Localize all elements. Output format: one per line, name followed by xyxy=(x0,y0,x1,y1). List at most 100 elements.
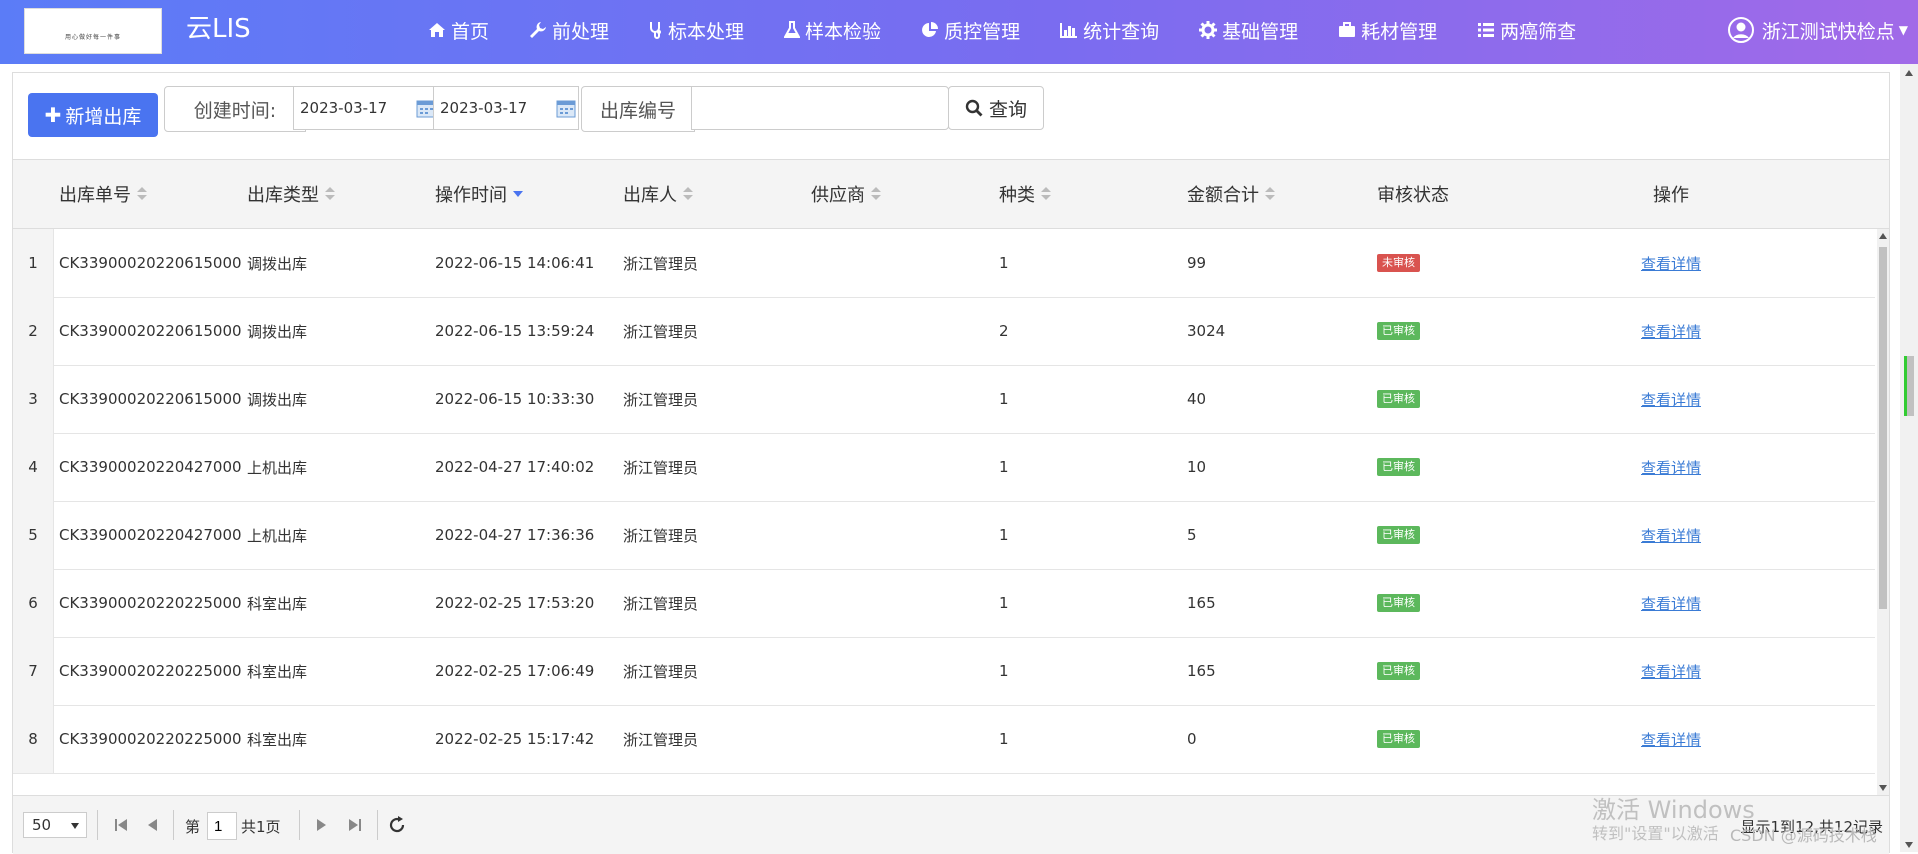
user-name: 浙江测试快检点 xyxy=(1761,20,1895,43)
view-detail-link[interactable]: 查看详情 xyxy=(1641,389,1701,410)
view-detail-link[interactable]: 查看详情 xyxy=(1641,253,1701,274)
cell-order-no: CK33900020220225000 xyxy=(59,594,242,612)
cell-type: 科室出库 xyxy=(247,594,308,613)
cell-order-no: CK33900020220615000 xyxy=(59,390,242,408)
scroll-down-arrow-icon[interactable] xyxy=(1905,842,1913,848)
date-to-value: 2023-03-17 xyxy=(440,99,528,117)
cell-action: 查看详情 xyxy=(1641,705,1701,773)
cell-amount: 10 xyxy=(1187,458,1207,476)
nav-item-specimen[interactable]: 标本处理 xyxy=(629,0,764,60)
view-detail-link[interactable]: 查看详情 xyxy=(1641,661,1701,682)
cell-time: 2022-02-25 17:06:49 xyxy=(435,662,595,680)
user-menu[interactable]: 浙江测试快检点 ▼ xyxy=(1727,0,1908,60)
dropdown-arrow-icon xyxy=(71,823,79,829)
cell-action: 查看详情 xyxy=(1641,229,1701,297)
view-detail-link[interactable]: 查看详情 xyxy=(1641,729,1701,750)
add-outbound-button[interactable]: ✚ 新增出库 xyxy=(28,93,158,137)
view-detail-link[interactable]: 查看详情 xyxy=(1641,593,1701,614)
nav-item-label: 前处理 xyxy=(552,20,610,43)
table-row[interactable]: 5 CK33900020220427000 上机出库 2022-04-27 17:36… xyxy=(13,501,1875,570)
nav-item-label: 两癌筛查 xyxy=(1500,20,1577,43)
date-to-field[interactable]: 2023-03-17 xyxy=(433,86,579,130)
column-header-label: 供应商 xyxy=(811,185,865,206)
created-time-label: 创建时间: xyxy=(164,86,306,132)
page-scrollbar[interactable] xyxy=(1900,64,1918,852)
status-badge: 已审核 xyxy=(1377,730,1420,748)
nav-item-consumables[interactable]: 耗材管理 xyxy=(1318,0,1457,60)
table-scrollbar[interactable] xyxy=(1877,229,1889,795)
nav-item-stats[interactable]: 统计查询 xyxy=(1040,0,1179,60)
table-row[interactable]: 2 CK33900020220615000 调拨出库 2022-06-15 13:59… xyxy=(13,297,1875,366)
scroll-up-arrow-icon[interactable] xyxy=(1905,70,1913,76)
cell-amount: 40 xyxy=(1187,390,1207,408)
sort-icon xyxy=(325,187,335,201)
nav-item-preprocess[interactable]: 前处理 xyxy=(509,0,629,60)
date-from-field[interactable]: 2023-03-17 xyxy=(293,86,439,130)
list-icon xyxy=(1478,23,1495,37)
briefcase-icon xyxy=(1339,22,1356,37)
next-page-icon[interactable] xyxy=(309,813,333,837)
view-detail-link[interactable]: 查看详情 xyxy=(1641,525,1701,546)
table-row[interactable]: 6 CK33900020220225000 科室出库 2022-02-25 17:53… xyxy=(13,569,1875,638)
page-size-select[interactable]: 50 xyxy=(23,812,87,838)
scrollbar-thumb[interactable] xyxy=(1879,247,1887,609)
nav-item-inspection[interactable]: 样本检验 xyxy=(764,0,901,60)
row-index: 7 xyxy=(13,637,54,705)
column-header-order-no[interactable]: 出库单号 xyxy=(59,160,147,228)
table-row[interactable]: 3 CK33900020220615000 调拨出库 2022-06-15 10:33… xyxy=(13,365,1875,434)
scroll-up-arrow-icon[interactable] xyxy=(1879,233,1887,239)
refresh-icon[interactable] xyxy=(385,813,409,837)
order-no-input[interactable] xyxy=(691,86,949,130)
cell-kinds: 1 xyxy=(999,526,1009,544)
cell-status: 已审核 xyxy=(1377,501,1420,569)
sort-icon xyxy=(1265,187,1275,201)
sort-icon xyxy=(1041,187,1051,201)
last-page-icon[interactable] xyxy=(343,813,367,837)
nav-item-screening[interactable]: 两癌筛查 xyxy=(1457,0,1596,60)
table-row[interactable]: 7 CK33900020220225000 科室出库 2022-02-25 17:06… xyxy=(13,637,1875,706)
table-row[interactable]: 4 CK33900020220427000 上机出库 2022-04-27 17:40… xyxy=(13,433,1875,502)
wrench-icon xyxy=(530,22,547,38)
sort-icon xyxy=(871,187,881,201)
view-detail-link[interactable]: 查看详情 xyxy=(1641,321,1701,342)
column-header-type[interactable]: 出库类型 xyxy=(247,160,335,228)
calendar-icon[interactable] xyxy=(556,98,576,118)
cell-status: 已审核 xyxy=(1377,705,1420,773)
status-badge: 已审核 xyxy=(1377,390,1420,408)
cell-action: 查看详情 xyxy=(1641,433,1701,501)
scroll-down-arrow-icon[interactable] xyxy=(1879,785,1887,791)
nav-item-label: 耗材管理 xyxy=(1361,20,1438,43)
date-from-value: 2023-03-17 xyxy=(300,99,388,117)
nav-item-home[interactable]: 首页 xyxy=(408,0,509,60)
cell-amount: 165 xyxy=(1187,594,1216,612)
column-header-kinds[interactable]: 种类 xyxy=(999,160,1051,228)
table-row[interactable]: 8 CK33900020220225000 科室出库 2022-02-25 15:17… xyxy=(13,705,1875,774)
sort-icon xyxy=(683,187,693,201)
cell-kinds: 1 xyxy=(999,662,1009,680)
cell-operator: 浙江管理员 xyxy=(623,254,699,273)
query-button[interactable]: 查询 xyxy=(948,86,1044,130)
cell-order-no: CK33900020220225000 xyxy=(59,730,242,748)
table-body: 1 CK33900020220615000 调拨出库 2022-06-15 14:06… xyxy=(13,229,1875,795)
chevron-down-icon: ▼ xyxy=(1898,23,1908,37)
pager-divider xyxy=(97,810,98,840)
column-header-supplier[interactable]: 供应商 xyxy=(811,160,881,228)
nav-item-qc[interactable]: 质控管理 xyxy=(901,0,1040,60)
column-header-operator[interactable]: 出库人 xyxy=(623,160,693,228)
view-detail-link[interactable]: 查看详情 xyxy=(1641,457,1701,478)
column-header-time[interactable]: 操作时间 xyxy=(435,160,523,228)
home-icon xyxy=(429,23,445,37)
cell-kinds: 1 xyxy=(999,458,1009,476)
pager-divider xyxy=(299,810,300,840)
table-row[interactable]: 1 CK33900020220615000 调拨出库 2022-06-15 14:06… xyxy=(13,229,1875,298)
prev-page-icon[interactable] xyxy=(141,813,165,837)
cell-amount: 3024 xyxy=(1187,322,1226,340)
column-header-amount[interactable]: 金额合计 xyxy=(1187,160,1275,228)
pager-divider xyxy=(377,810,378,840)
scrollbar-thumb[interactable] xyxy=(1904,356,1914,416)
logo[interactable]: 用心做好每一件事 xyxy=(24,8,162,54)
bar-chart-icon xyxy=(1060,23,1078,38)
nav-item-basic[interactable]: 基础管理 xyxy=(1179,0,1318,60)
first-page-icon[interactable] xyxy=(109,813,133,837)
page-number-input[interactable] xyxy=(207,812,237,840)
